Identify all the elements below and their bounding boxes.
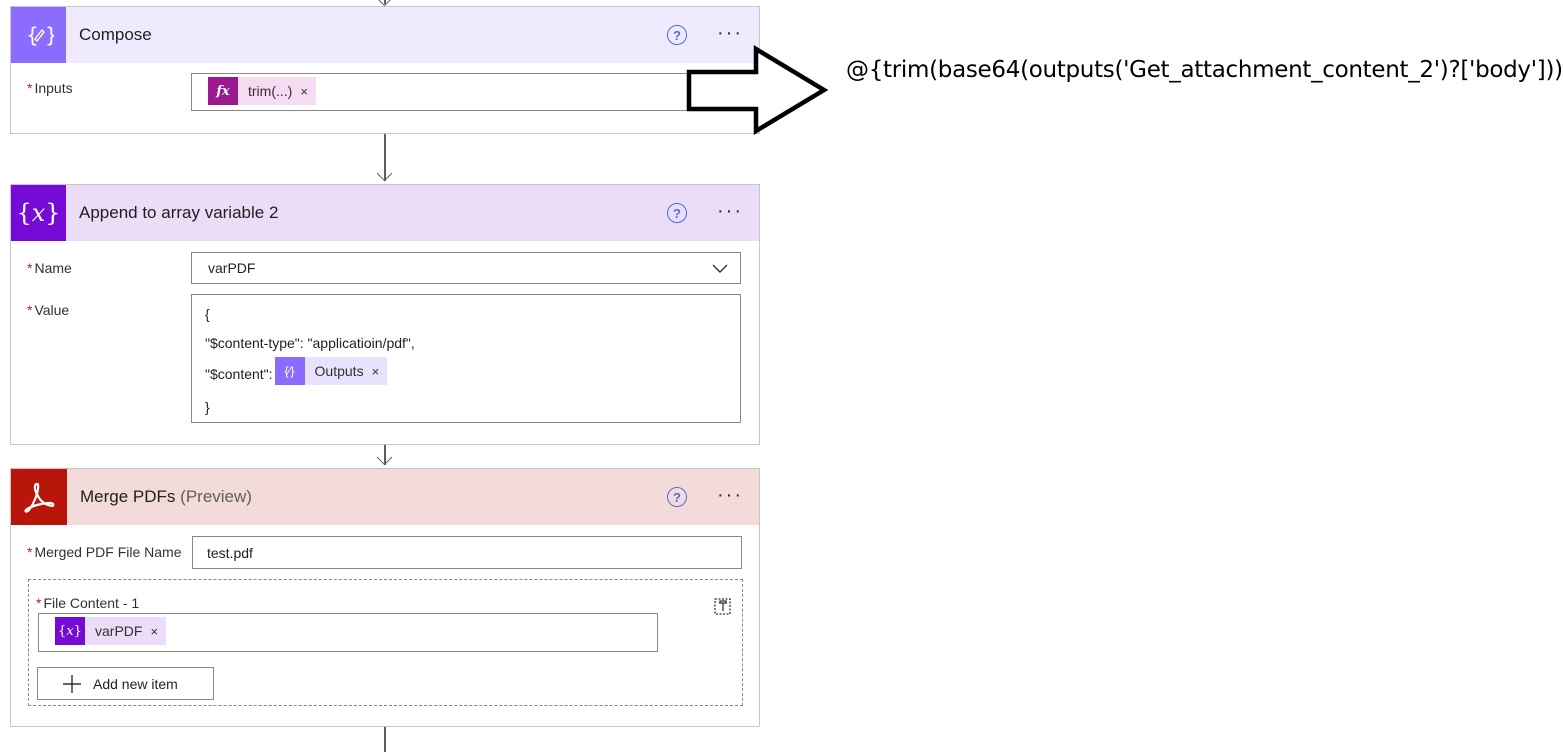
required-marker: * <box>27 302 33 318</box>
required-marker: * <box>36 595 42 611</box>
name-label: * Name <box>27 260 72 276</box>
inputs-label: * Inputs <box>27 80 73 96</box>
merge-title: Merge PDFs (Preview) <box>80 487 252 506</box>
value-line-1: { <box>205 306 210 322</box>
name-dropdown-value: varPDF <box>208 260 256 276</box>
varpdf-token[interactable]: {x} varPDF × <box>55 617 167 645</box>
svg-text:}: } <box>45 23 54 47</box>
value-line-3: "$content": {∕} Outputs × <box>205 357 388 385</box>
close-icon[interactable]: × <box>372 364 388 379</box>
variable-x-icon: {x} <box>55 617 85 645</box>
connector-arrow-2 <box>376 449 393 466</box>
compose-card[interactable]: { } Compose ? ··· *Inputs fx trim(...) × <box>10 6 760 134</box>
right-arrow-icon <box>686 45 829 135</box>
variable-x-icon: {x} <box>11 185 66 241</box>
value-line-4: } <box>205 399 210 415</box>
add-new-item-label: Add new item <box>93 675 178 692</box>
connector-arrow-1 <box>376 165 393 182</box>
fx-icon: fx <box>208 77 238 105</box>
acrobat-icon <box>11 469 67 525</box>
file-content-array: * File Content - 1 {x} varPDF × Add new i… <box>28 579 743 706</box>
value-line-2: "$content-type": "applicatioin/pdf", <box>205 335 415 351</box>
file-content-label: * File Content - 1 <box>36 595 140 611</box>
help-circle-icon[interactable]: ? <box>667 203 687 223</box>
merge-card-header[interactable]: Merge PDFs (Preview) ? ··· <box>11 469 759 525</box>
connector-bottom <box>384 727 386 752</box>
more-dots-icon[interactable]: ··· <box>717 23 743 43</box>
close-icon[interactable]: × <box>150 624 166 639</box>
required-marker: * <box>27 80 33 96</box>
compose-card-header[interactable]: { } Compose ? ··· <box>11 7 759 63</box>
expression-annotation: @{trim(base64(outputs('Get_attachment_co… <box>846 57 1563 83</box>
append-variable-card[interactable]: {x} Append to array variable 2 ? ··· * Na… <box>10 184 760 445</box>
value-editor[interactable]: { "$content-type": "applicatioin/pdf", "… <box>191 294 741 423</box>
name-dropdown[interactable]: varPDF <box>191 252 741 284</box>
chevron-down-icon[interactable] <box>712 264 728 274</box>
file-content-input[interactable]: {x} varPDF × <box>38 613 658 652</box>
varpdf-token-label: varPDF <box>95 623 143 639</box>
more-dots-icon[interactable]: ··· <box>717 201 743 221</box>
merge-subtitle: (Preview) <box>180 487 252 506</box>
add-new-item-button[interactable]: Add new item <box>37 667 214 700</box>
merge-pdfs-card[interactable]: Merge PDFs (Preview) ? ··· * Merged PDF F… <box>10 468 760 727</box>
outputs-token-label: Outputs <box>314 363 364 379</box>
compose-braces-icon: {∕} <box>274 357 305 385</box>
svg-text:{: { <box>26 23 39 47</box>
append-title: Append to array variable 2 <box>79 203 279 222</box>
required-marker: * <box>27 544 33 560</box>
close-icon[interactable]: × <box>300 84 316 99</box>
delete-item-icon[interactable] <box>713 596 733 616</box>
plus-icon <box>63 674 81 693</box>
help-circle-icon[interactable]: ? <box>667 25 687 45</box>
compose-braces-icon: { } <box>11 7 66 63</box>
append-card-header[interactable]: {x} Append to array variable 2 ? ··· <box>11 185 759 241</box>
merged-file-name-label: * Merged PDF File Name <box>27 544 182 560</box>
required-marker: * <box>27 260 33 276</box>
value-label: * Value <box>27 302 70 318</box>
help-circle-icon[interactable]: ? <box>667 487 687 507</box>
merged-file-name-input[interactable]: test.pdf <box>192 536 742 569</box>
merged-file-name-value: test.pdf <box>207 545 253 561</box>
outputs-token[interactable]: {∕} Outputs × <box>274 357 388 385</box>
expression-token-label: trim(...) <box>248 83 293 99</box>
more-dots-icon[interactable]: ··· <box>717 485 743 505</box>
inputs-field[interactable]: fx trim(...) × <box>191 73 741 111</box>
expression-token[interactable]: fx trim(...) × <box>208 77 316 105</box>
compose-title: Compose <box>79 25 152 44</box>
